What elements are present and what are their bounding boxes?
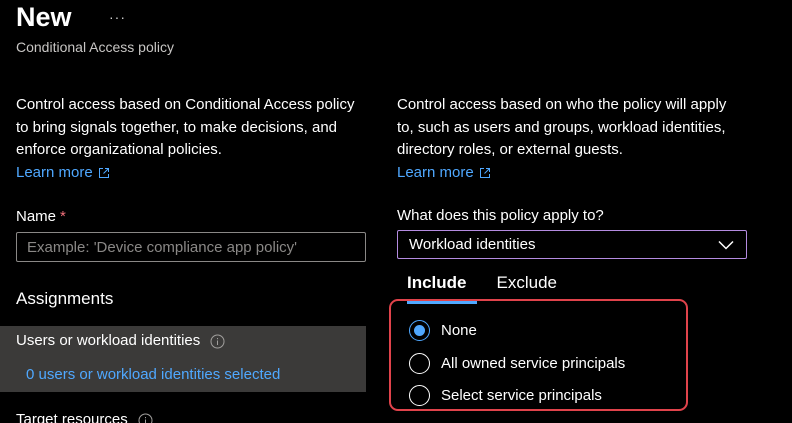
apply-to-dropdown[interactable]: Workload identities: [397, 230, 747, 259]
right-learn-more-label: Learn more: [397, 163, 474, 181]
left-learn-more-link[interactable]: Learn more: [16, 162, 110, 185]
info-icon[interactable]: [210, 334, 225, 349]
conditional-access-page: New ··· Conditional Access policy Contro…: [0, 0, 792, 423]
radio-option-select[interactable]: Select service principals: [409, 385, 602, 406]
apply-to-label: What does this policy apply to?: [397, 207, 604, 224]
page-title: New: [16, 2, 72, 32]
required-marker: *: [60, 208, 66, 225]
name-label: Name *: [16, 207, 66, 227]
target-resources-label: Target resources: [16, 411, 128, 423]
info-icon[interactable]: [138, 413, 153, 423]
radio-icon[interactable]: [409, 353, 430, 374]
radio-label-all-owned: All owned service principals: [441, 354, 626, 372]
assignments-heading: Assignments: [16, 289, 114, 308]
users-workload-section[interactable]: Users or workload identities 0 users or …: [0, 326, 366, 392]
radio-icon[interactable]: [409, 320, 430, 341]
left-description: Control access based on Conditional Acce…: [16, 96, 355, 158]
name-label-text: Name: [16, 208, 57, 225]
target-resources-row: Target resources: [16, 410, 153, 423]
left-description-block: Control access based on Conditional Acce…: [16, 94, 356, 184]
radio-icon[interactable]: [409, 385, 430, 406]
chevron-down-icon: [718, 240, 734, 250]
radio-option-all-owned[interactable]: All owned service principals: [409, 353, 625, 374]
users-title: Users or workload identities: [16, 332, 201, 349]
right-learn-more-link[interactable]: Learn more: [397, 162, 491, 185]
page-subtitle: Conditional Access policy: [16, 39, 174, 55]
radio-label-select: Select service principals: [441, 386, 602, 404]
radio-label-none: None: [441, 321, 477, 339]
users-selected-link[interactable]: 0 users or workload identities selected: [26, 365, 280, 385]
users-title-row: Users or workload identities: [16, 331, 225, 351]
external-link-icon: [98, 167, 109, 178]
radio-option-none[interactable]: None: [409, 320, 477, 341]
left-learn-more-label: Learn more: [16, 163, 93, 181]
apply-to-selected: Workload identities: [409, 236, 536, 253]
right-description: Control access based on who the policy w…: [397, 96, 727, 158]
right-description-block: Control access based on who the policy w…: [397, 94, 747, 184]
external-link-icon: [479, 167, 490, 178]
policy-name-input[interactable]: [16, 232, 366, 262]
more-icon[interactable]: ···: [109, 8, 126, 26]
